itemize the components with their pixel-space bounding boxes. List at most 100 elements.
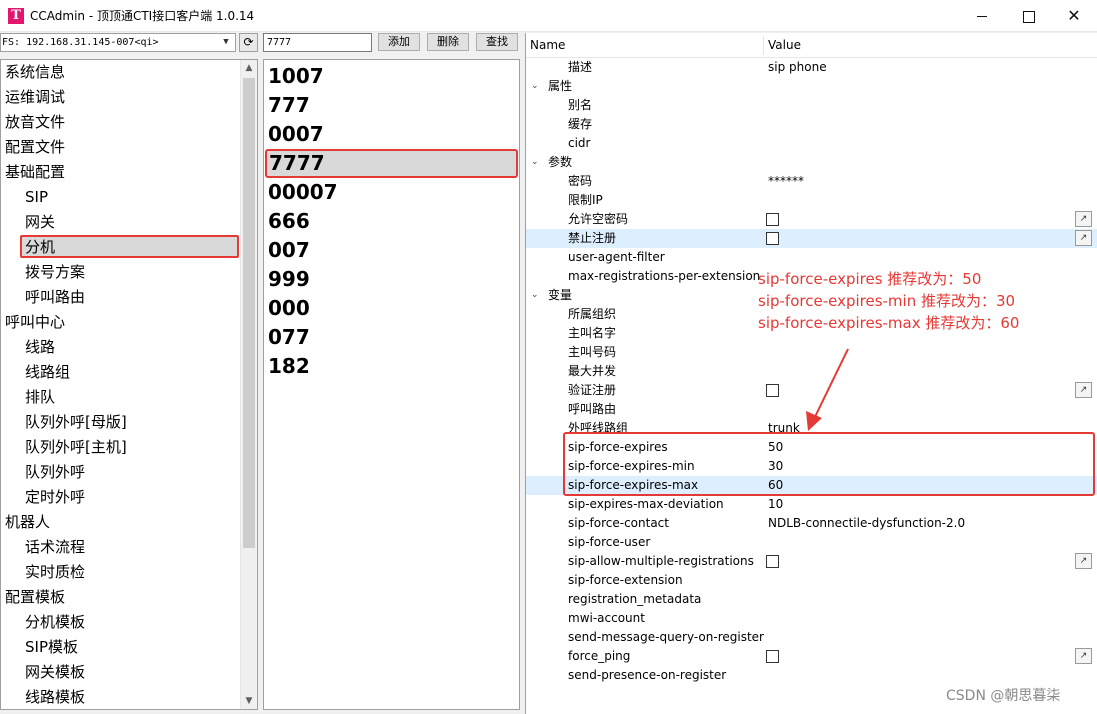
property-value[interactable]: ****** (768, 172, 804, 191)
grid-row[interactable]: 限制IP (526, 191, 1097, 210)
grid-row[interactable]: sip-force-expires-max 60 (526, 476, 1097, 495)
extension-item[interactable]: 666 (268, 207, 310, 236)
tree-item[interactable]: 运维调试 (5, 85, 65, 110)
grid-row[interactable]: force_ping ↗ (526, 647, 1097, 666)
tree-item[interactable]: 分机模板 (25, 610, 85, 635)
extension-item[interactable]: 00007 (268, 178, 338, 207)
tree-item[interactable]: 配置模板 (5, 585, 65, 610)
extension-item[interactable]: 7777 (265, 149, 518, 178)
tree-item[interactable]: 话术流程 (25, 535, 85, 560)
scroll-down-icon[interactable]: ▼ (241, 693, 257, 709)
chevron-down-icon[interactable]: ⌄ (531, 77, 539, 96)
tree-item[interactable]: 队列外呼 (25, 460, 85, 485)
grid-row[interactable]: registration_metadata (526, 590, 1097, 609)
grid-category-row[interactable]: ⌄ 参数 (526, 153, 1097, 172)
grid-row[interactable]: 缓存 (526, 115, 1097, 134)
edit-icon[interactable]: ↗ (1075, 211, 1092, 227)
tree-item[interactable]: 网关 (25, 210, 55, 235)
property-checkbox[interactable] (766, 213, 779, 226)
tree-item[interactable]: 机器人 (5, 510, 50, 535)
grid-row[interactable]: mwi-account (526, 609, 1097, 628)
property-value[interactable]: 50 (768, 438, 783, 457)
chevron-down-icon[interactable]: ⌄ (531, 286, 539, 305)
property-value[interactable]: 30 (768, 457, 783, 476)
tree-item[interactable]: 队列外呼[母版] (25, 410, 127, 435)
edit-icon[interactable]: ↗ (1075, 648, 1092, 664)
property-value[interactable]: 60 (768, 476, 783, 495)
search-input[interactable] (263, 33, 372, 52)
extension-item[interactable]: 077 (268, 323, 310, 352)
grid-row[interactable]: 描述 sip phone (526, 58, 1097, 77)
grid-category-row[interactable]: ⌄ 属性 (526, 77, 1097, 96)
fs-server-select[interactable]: FS: 192.168.31.145-007<qi> ▼ (0, 33, 236, 52)
grid-row[interactable]: 允许空密码 ↗ (526, 210, 1097, 229)
edit-icon[interactable]: ↗ (1075, 553, 1092, 569)
grid-row[interactable]: 外呼线路组 trunk (526, 419, 1097, 438)
extension-item[interactable]: 182 (268, 352, 310, 381)
property-value[interactable]: sip phone (768, 58, 827, 77)
tree-item[interactable]: 拨号方案 (25, 260, 85, 285)
extension-item[interactable]: 999 (268, 265, 310, 294)
tree-item[interactable]: 分机 (20, 235, 239, 258)
tree-item[interactable]: SIP (25, 185, 48, 210)
grid-row[interactable]: sip-force-user (526, 533, 1097, 552)
extension-item[interactable]: 1007 (268, 62, 324, 91)
grid-row[interactable]: 呼叫路由 (526, 400, 1097, 419)
tree-item[interactable]: 线路 (25, 335, 55, 360)
grid-row[interactable]: 禁止注册 ↗ (526, 229, 1097, 248)
grid-row[interactable]: sip-force-contact NDLB-connectile-dysfunc… (526, 514, 1097, 533)
maximize-button[interactable] (1005, 0, 1051, 32)
chevron-down-icon[interactable]: ⌄ (531, 153, 539, 172)
find-button[interactable]: 查找 (476, 33, 518, 51)
tree-item[interactable]: 实时质检 (25, 560, 85, 585)
grid-row[interactable]: send-message-query-on-register (526, 628, 1097, 647)
grid-row[interactable]: sip-allow-multiple-registrations ↗ (526, 552, 1097, 571)
tree-item[interactable]: 放音文件 (5, 110, 65, 135)
extension-item[interactable]: 0007 (268, 120, 324, 149)
tree-item[interactable]: SIP模板 (25, 635, 78, 660)
tree-item[interactable]: 呼叫中心 (5, 310, 65, 335)
refresh-button[interactable]: ⟳ (239, 33, 258, 52)
grid-row[interactable]: sip-force-expires 50 (526, 438, 1097, 457)
header-divider[interactable] (763, 36, 764, 55)
header-value[interactable]: Value (768, 33, 801, 58)
delete-button[interactable]: 删除 (427, 33, 469, 51)
scroll-up-icon[interactable]: ▲ (241, 60, 257, 76)
header-name[interactable]: Name (530, 33, 565, 58)
property-checkbox[interactable] (766, 232, 779, 245)
grid-row[interactable]: 别名 (526, 96, 1097, 115)
tree-item[interactable]: 系统信息 (5, 60, 65, 85)
tree-item[interactable]: 队列外呼[主机] (25, 435, 127, 460)
edit-icon[interactable]: ↗ (1075, 230, 1092, 246)
tree-item[interactable]: 配置文件 (5, 135, 65, 160)
tree-item[interactable]: 定时外呼 (25, 485, 85, 510)
tree-item[interactable]: 线路模板 (25, 685, 85, 709)
property-value[interactable]: 10 (768, 495, 783, 514)
grid-row[interactable]: user-agent-filter (526, 248, 1097, 267)
property-value[interactable]: trunk (768, 419, 800, 438)
tree-item[interactable]: 呼叫路由 (25, 285, 85, 310)
tree-item[interactable]: 基础配置 (5, 160, 65, 185)
grid-row[interactable]: sip-force-extension (526, 571, 1097, 590)
edit-icon[interactable]: ↗ (1075, 382, 1092, 398)
grid-row[interactable]: 最大并发 (526, 362, 1097, 381)
tree-scrollbar[interactable]: ▲ ▼ (240, 60, 257, 709)
property-checkbox[interactable] (766, 650, 779, 663)
add-button[interactable]: 添加 (378, 33, 420, 51)
grid-row[interactable]: sip-force-expires-min 30 (526, 457, 1097, 476)
grid-row[interactable]: send-presence-on-register (526, 666, 1097, 685)
scroll-thumb[interactable] (243, 78, 255, 548)
tree-item[interactable]: 线路组 (25, 360, 70, 385)
property-checkbox[interactable] (766, 384, 779, 397)
grid-row[interactable]: sip-expires-max-deviation 10 (526, 495, 1097, 514)
grid-row[interactable]: 密码 ****** (526, 172, 1097, 191)
property-value[interactable]: NDLB-connectile-dysfunction-2.0 (768, 514, 965, 533)
close-button[interactable]: ✕ (1051, 0, 1097, 32)
property-checkbox[interactable] (766, 555, 779, 568)
tree-item[interactable]: 网关模板 (25, 660, 85, 685)
grid-row[interactable]: cidr (526, 134, 1097, 153)
minimize-button[interactable] (959, 0, 1005, 32)
tree-item[interactable]: 排队 (25, 385, 55, 410)
extension-item[interactable]: 000 (268, 294, 310, 323)
grid-row[interactable]: 验证注册 ↗ (526, 381, 1097, 400)
